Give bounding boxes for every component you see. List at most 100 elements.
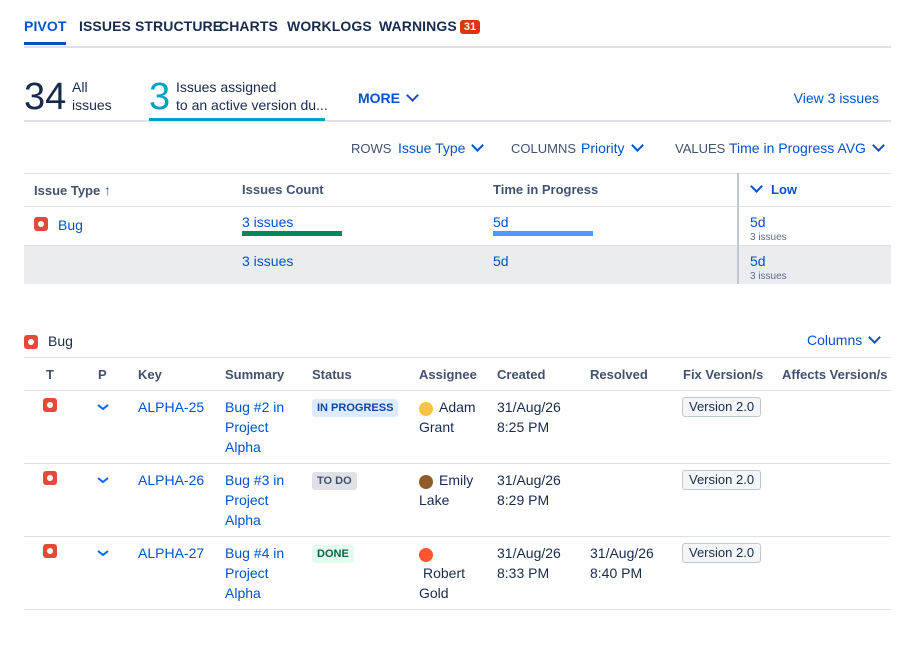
chevron-down-icon	[750, 180, 763, 193]
summary-line-1[interactable]: Bug #2 in	[225, 397, 284, 417]
list-header-resolved: Resolved	[590, 367, 648, 382]
status-lozenge: IN PROGRESS	[312, 399, 399, 417]
summary-line-3[interactable]: Alpha	[225, 437, 261, 457]
pivot-header-low[interactable]: Low	[750, 180, 797, 197]
tab-warnings[interactable]: WARNINGS 31	[379, 18, 481, 34]
columns-value: Priority	[581, 140, 625, 156]
all-issues-count: 34	[24, 76, 67, 118]
pivot-column-separator	[737, 173, 739, 284]
avatar	[419, 548, 433, 562]
fix-version-tag[interactable]: Version 2.0	[682, 470, 762, 490]
all-issues-label-1: All	[72, 79, 88, 95]
created-time: 8:25 PM	[497, 419, 550, 435]
issues-count-bar	[242, 231, 342, 236]
pivot-top-divider	[24, 173, 891, 174]
pivot-total-time-link[interactable]: 5d	[493, 253, 509, 269]
issue-key-link[interactable]: ALPHA-25	[138, 397, 204, 417]
assignee-line-1: Adam	[439, 399, 476, 415]
time-in-progress-bar	[493, 231, 593, 236]
values-select[interactable]: Time in Progress AVG	[729, 139, 885, 156]
summary-line-1[interactable]: Bug #3 in	[225, 470, 284, 490]
tab-issues-structure[interactable]: ISSUES STRUCTURE	[79, 18, 222, 34]
avatar	[419, 475, 433, 489]
summary-line-3[interactable]: Alpha	[225, 510, 261, 530]
list-header-affects-version: Affects Version/s	[782, 367, 888, 382]
bug-icon	[43, 471, 57, 485]
pivot-header-divider	[24, 206, 891, 207]
chevron-down-icon	[872, 139, 885, 152]
fix-version-tag[interactable]: Version 2.0	[682, 543, 762, 563]
bug-icon	[43, 398, 57, 412]
assigned-issues-label-1: Issues assigned	[176, 79, 277, 95]
bug-icon	[24, 335, 38, 349]
list-header-priority: P	[98, 367, 107, 382]
pivot-row-time-link[interactable]: 5d	[493, 214, 509, 230]
pivot-total-low-link[interactable]: 5d	[750, 253, 766, 269]
chevron-down-icon	[471, 139, 485, 152]
pivot-row-divider	[24, 245, 891, 246]
status-lozenge: DONE	[312, 545, 354, 563]
list-header-fix-version: Fix Version/s	[683, 367, 764, 382]
chevron-down-icon	[630, 139, 644, 152]
more-stats-button[interactable]: MORE	[358, 89, 419, 106]
pivot-header-time-in-progress: Time in Progress	[493, 182, 599, 197]
created-date: 31/Aug/26	[497, 399, 561, 415]
pivot-row-count-link[interactable]: 3 issues	[242, 214, 293, 230]
bug-icon	[34, 217, 48, 231]
priority-low-icon	[97, 404, 109, 411]
tab-pivot[interactable]: PIVOT	[24, 18, 67, 34]
row-divider	[24, 536, 891, 537]
pivot-total-low-sub: 3 issues	[750, 271, 787, 282]
created-date: 31/Aug/26	[497, 472, 561, 488]
priority-low-icon	[97, 477, 109, 484]
tab-worklogs[interactable]: WORKLOGS	[287, 18, 372, 34]
values-label: VALUES	[675, 141, 726, 156]
list-header-type: T	[46, 367, 54, 382]
summary-line-2[interactable]: Project	[225, 490, 269, 510]
assignee-line-1: Robert	[423, 565, 466, 581]
bug-icon	[43, 544, 57, 558]
issue-key-link[interactable]: ALPHA-27	[138, 543, 204, 563]
tab-warnings-label: WARNINGS	[379, 18, 457, 34]
list-header-status: Status	[312, 367, 352, 382]
view-issues-link[interactable]: View 3 issues	[794, 90, 879, 106]
issue-type-header-label: Issue Type	[34, 183, 101, 198]
fix-version-tag[interactable]: Version 2.0	[682, 397, 762, 417]
list-header-summary: Summary	[225, 367, 285, 382]
list-header-assignee: Assignee	[419, 367, 477, 382]
active-tab-indicator	[24, 42, 66, 45]
low-header-label: Low	[771, 182, 797, 197]
status-lozenge: TO DO	[312, 472, 357, 490]
rows-label: ROWS	[351, 141, 392, 156]
report-tabs: PIVOT ISSUES STRUCTURE CHARTS WORKLOGS W…	[24, 0, 891, 48]
pivot-header-issue-type[interactable]: Issue Type ↑	[34, 182, 111, 198]
tab-charts[interactable]: CHARTS	[219, 18, 278, 34]
more-label: MORE	[358, 90, 400, 106]
columns-select[interactable]: Priority	[581, 139, 644, 156]
row-divider	[24, 463, 891, 464]
summary-line-2[interactable]: Project	[225, 563, 269, 583]
list-top-divider	[24, 357, 891, 358]
warnings-count-badge: 31	[459, 20, 481, 34]
assignee-line-2: Grant	[419, 419, 455, 435]
columns-button[interactable]: Columns	[807, 330, 882, 350]
pivot-row-type-link[interactable]: Bug	[58, 217, 83, 233]
rows-select[interactable]: Issue Type	[398, 139, 485, 156]
summary-line-1[interactable]: Bug #4 in	[225, 543, 284, 563]
resolved-date: 31/Aug/26	[590, 545, 654, 561]
issue-key-link[interactable]: ALPHA-26	[138, 470, 204, 490]
list-header-divider	[24, 390, 891, 391]
summary-line-2[interactable]: Project	[225, 417, 269, 437]
pivot-total-count-link[interactable]: 3 issues	[242, 253, 293, 269]
assigned-issues-label-2: to an active version du...	[176, 97, 328, 113]
pivot-row-low-link[interactable]: 5d	[750, 214, 766, 230]
pivot-row-low-sub: 3 issues	[750, 232, 787, 243]
issue-stats-bar: 34 All issues 3 Issues assigned to an ac…	[24, 70, 891, 122]
created-time: 8:29 PM	[497, 492, 550, 508]
group-title: Bug	[48, 333, 73, 349]
summary-line-3[interactable]: Alpha	[225, 583, 261, 603]
assignee-line-1: Emily	[439, 472, 474, 488]
assignee-line-2: Gold	[419, 585, 449, 601]
pivot-header-issues-count: Issues Count	[242, 182, 324, 197]
active-stat-indicator	[149, 118, 325, 121]
